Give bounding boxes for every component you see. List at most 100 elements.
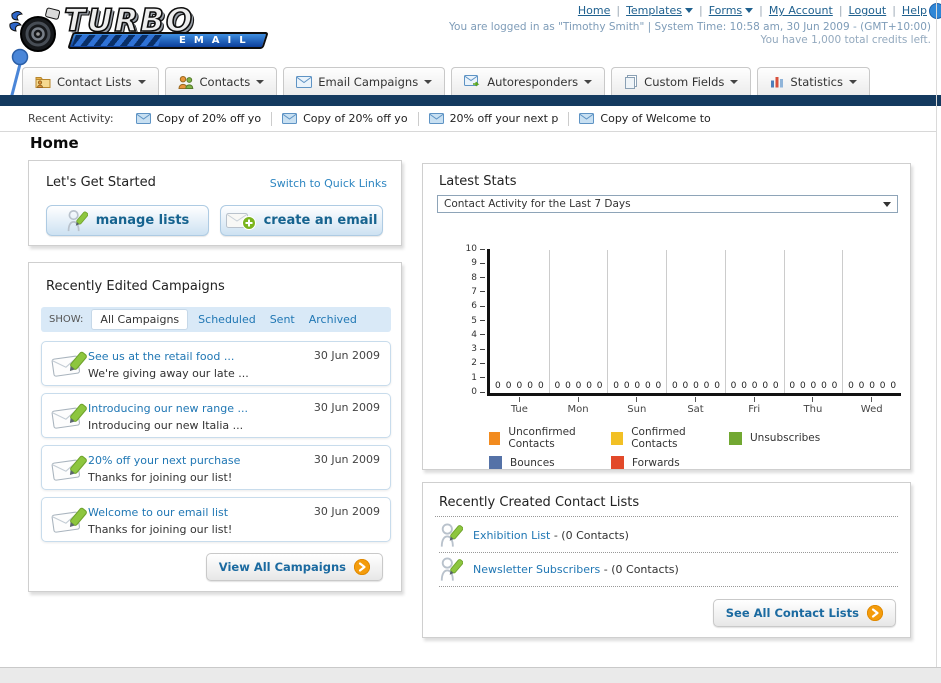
x-tick-label: Fri [748, 404, 761, 415]
top-link-my-account[interactable]: My Account [769, 4, 833, 17]
chart-plot: 00000000000000000000000000000000000 [490, 250, 901, 393]
custom-fields-icon [625, 74, 638, 89]
campaign-title-link[interactable]: Introducing our new range ... [88, 402, 248, 415]
y-tick: 6 [471, 301, 485, 311]
chart-value-label: 0 [869, 381, 875, 391]
recent-activity-item[interactable]: Copy of Welcome to [579, 112, 711, 125]
campaign-date: 30 Jun 2009 [313, 505, 380, 518]
tab-autoresponders[interactable]: Autoresponders [451, 67, 606, 95]
see-all-contact-lists-button[interactable]: See All Contact Lists [712, 599, 896, 627]
logo-word-email: EMAIL [179, 35, 254, 46]
manage-lists-button[interactable]: manage lists [46, 205, 209, 236]
login-status-text: You are logged in as "Timothy Smith" | S… [449, 21, 931, 33]
x-tick: Sat [666, 397, 725, 415]
campaign-title-link[interactable]: See us at the retail food ... [88, 350, 234, 363]
chart-value-label: 0 [634, 381, 641, 391]
chart-x-labels: Tue Mon Sun Sat Fri Thu Wed [490, 397, 901, 415]
turbo-email-logo: TURBO EMAIL [8, 5, 269, 56]
chart-value-label: 0 [789, 381, 796, 391]
chart-day-group: 00000 [548, 250, 608, 393]
recent-activity-item[interactable]: 20% off your next p [428, 112, 558, 125]
chart-value-label: 0 [565, 381, 571, 391]
campaign-subtitle: Thanks for joining our list! [88, 522, 233, 536]
campaign-title-link[interactable]: Welcome to our email list [88, 506, 228, 519]
contact-lists-panel: Recently Created Contact Lists Exhibitio… [422, 482, 911, 638]
filter-scheduled[interactable]: Scheduled [198, 313, 256, 326]
person-pencil-icon [440, 557, 463, 581]
x-tick: Mon [549, 397, 608, 415]
contact-list-row[interactable]: Exhibition List - (0 Contacts) [439, 519, 898, 553]
top-link-help[interactable]: Help [902, 4, 927, 17]
recent-activity-item[interactable]: Copy of 20% off yo [135, 112, 261, 125]
stats-report-select[interactable]: Contact Activity for the Last 7 Days [437, 195, 898, 213]
contact-list-link[interactable]: Newsletter Subscribers [473, 563, 600, 576]
recent-activity-label: Recent Activity: [28, 112, 114, 125]
tab-contacts[interactable]: Contacts [164, 67, 278, 95]
legend-swatch [489, 456, 502, 469]
chart-value-label: 0 [527, 381, 533, 391]
campaign-row[interactable]: See us at the retail food ... We're givin… [41, 341, 391, 386]
filter-archived[interactable]: Archived [309, 313, 357, 326]
campaign-date: 30 Jun 2009 [313, 349, 380, 362]
x-tick-label: Wed [860, 404, 883, 415]
legend-item: Unsubscribes [729, 426, 899, 450]
y-tick: 3 [471, 344, 485, 354]
campaign-row[interactable]: Welcome to our email list Thanks for join… [41, 497, 391, 542]
y-tick-label: 8 [471, 272, 477, 283]
chart-x-axis-line [487, 393, 901, 396]
chart-value-label: 0 [596, 381, 603, 391]
top-link-home[interactable]: Home [578, 4, 610, 17]
chart-value-label: 0 [848, 381, 854, 391]
y-tick-label: 7 [471, 286, 477, 297]
chart-value-label: 0 [516, 381, 523, 391]
filter-sent[interactable]: Sent [270, 313, 295, 326]
y-tick-label: 5 [471, 315, 477, 326]
y-tick: 7 [471, 287, 485, 297]
x-tick: Fri [725, 397, 784, 415]
top-nav-links: Home | Templates | Forms | My Account | Logout | H… [577, 4, 927, 17]
contact-list-link[interactable]: Exhibition List [473, 529, 550, 542]
y-tick-label: 10 [465, 244, 477, 254]
chart-day-group: 00000 [490, 250, 549, 393]
chevron-down-icon [685, 8, 693, 13]
x-tick: Tue [490, 397, 549, 415]
envelope-pencil-icon [51, 507, 87, 533]
chart-value-label: 0 [879, 381, 886, 391]
x-tick: Wed [842, 397, 901, 415]
chart-value-label: 0 [554, 381, 561, 391]
view-all-campaigns-button[interactable]: View All Campaigns [205, 553, 383, 581]
chart-value-label: 0 [693, 381, 699, 391]
arrow-circle-icon [354, 559, 370, 575]
chart-value-label: 0 [682, 381, 689, 391]
campaign-row[interactable]: 20% off your next purchase Thanks for joi… [41, 445, 391, 490]
switch-to-quick-links[interactable]: Switch to Quick Links [270, 177, 387, 190]
legend-item: Confirmed Contacts [611, 426, 729, 450]
tab-custom-fields[interactable]: Custom Fields [611, 67, 752, 95]
recent-activity-item[interactable]: Copy of 20% off yo [282, 112, 408, 125]
create-email-button[interactable]: create an email [220, 205, 383, 236]
y-tick-label: 0 [471, 387, 477, 397]
filter-all-campaigns[interactable]: All Campaigns [91, 309, 189, 330]
chart-value-label: 0 [575, 381, 582, 391]
envelope-plus-icon [225, 212, 256, 230]
chart-day-group: 00000 [666, 250, 725, 393]
top-link-forms[interactable]: Forms [709, 4, 742, 17]
chevron-down-icon [730, 79, 739, 84]
campaign-row[interactable]: Introducing our new range ... Introducing… [41, 393, 391, 438]
chart-value-label: 0 [505, 381, 512, 391]
help-bubble-icon[interactable] [929, 3, 941, 19]
campaign-title-link[interactable]: 20% off your next purchase [88, 454, 240, 467]
legend-label: Bounces [510, 456, 555, 469]
contacts-icon [177, 75, 193, 89]
envelope-icon [282, 113, 298, 124]
top-link-templates[interactable]: Templates [626, 4, 682, 17]
tab-statistics[interactable]: Statistics [757, 67, 870, 95]
tab-email-campaigns[interactable]: Email Campaigns [283, 67, 446, 95]
tab-contact-lists[interactable]: Contact Lists [22, 67, 159, 95]
chevron-down-icon [584, 79, 593, 84]
chart-value-label: 0 [762, 381, 769, 391]
chart-value-label: 0 [495, 381, 501, 391]
top-link-logout[interactable]: Logout [849, 4, 887, 17]
contact-list-row[interactable]: Newsletter Subscribers - (0 Contacts) [439, 553, 898, 587]
autoresponders-icon [464, 75, 480, 87]
